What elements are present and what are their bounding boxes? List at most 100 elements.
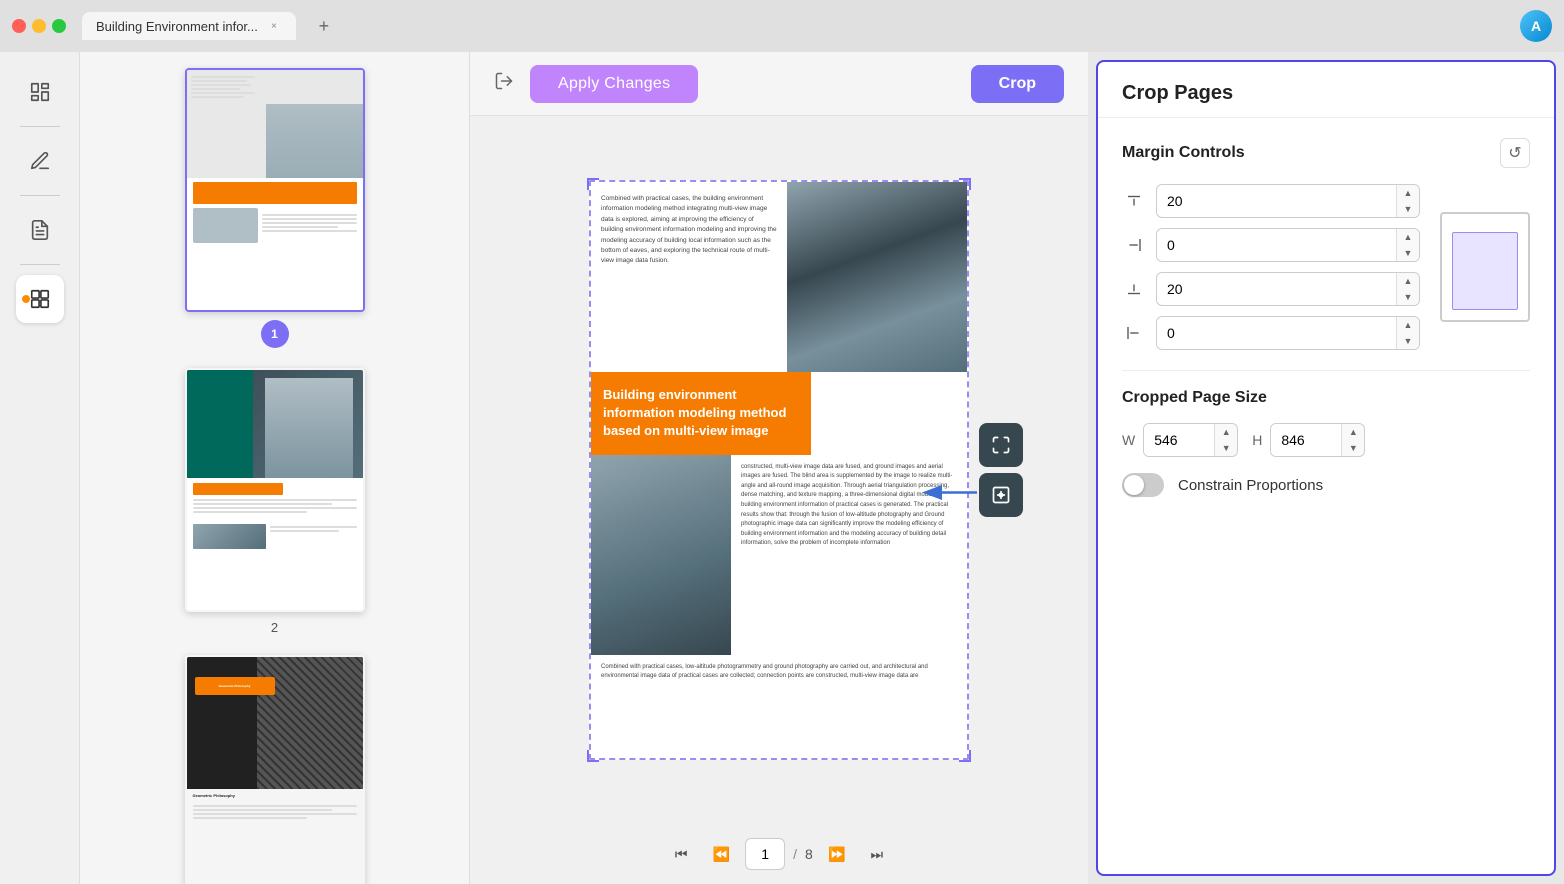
height-input[interactable]: 846 [1271,424,1341,456]
margin-inner-box [1452,232,1518,310]
sidebar-item-library[interactable] [16,68,64,116]
margin-left-up[interactable]: ▲ [1397,317,1419,333]
crop-tools [979,423,1023,517]
right-panel-body: Margin Controls ↺ 20 ▲ ▼ [1098,118,1554,874]
margin-bottom-input[interactable]: 20 [1157,275,1396,303]
margin-right-icon [1122,233,1146,257]
margin-bottom-icon [1122,277,1146,301]
sidebar-item-edit[interactable] [16,137,64,185]
active-indicator [22,295,30,303]
thumbnail-frame-1[interactable] [185,68,365,312]
thumb3-title-text: Geometric Philosophy [219,684,251,688]
crop-handle-tr[interactable] [959,178,971,190]
sidebar-item-crop[interactable] [16,275,64,323]
margin-left-row: 0 ▲ ▼ [1122,316,1420,350]
thumb3-title-display: Geometric Philosophy [193,793,235,798]
doc-building-image [787,182,967,372]
apply-changes-icon [494,71,514,96]
right-panel: Crop Pages Margin Controls ↺ 20 [1096,60,1556,876]
pagination-bar: ⏮ ⏪ 1 / 8 ⏩ ⏭ [470,824,1088,884]
toggle-knob [1124,475,1144,495]
crop-button[interactable]: Crop [971,65,1064,103]
new-tab-button[interactable]: + [310,12,338,40]
margin-bottom-down[interactable]: ▼ [1397,289,1419,305]
cropped-page-size-section-title: Cropped Page Size [1122,389,1530,407]
margin-visual-diagram [1440,212,1530,322]
last-page-button[interactable]: ⏭ [861,838,893,870]
divider [20,195,60,196]
toolbar: Apply Changes Crop [470,52,1088,116]
crop-fit-button[interactable] [979,423,1023,467]
width-up[interactable]: ▲ [1215,424,1237,440]
constrain-proportions-toggle[interactable] [1122,473,1164,497]
margin-left-input[interactable]: 0 [1157,319,1396,347]
height-up[interactable]: ▲ [1342,424,1364,440]
margin-right-row: 0 ▲ ▼ [1122,228,1420,262]
right-panel-header: Crop Pages [1098,62,1554,118]
doc-bottom-row: constructed, multi-view image data are f… [591,455,967,655]
margin-left-spinners: ▲ ▼ [1396,317,1419,349]
width-spinners: ▲ ▼ [1214,424,1237,456]
sidebar-item-annotate[interactable] [16,206,64,254]
next-page-button[interactable]: ⏩ [821,838,853,870]
doc-footer-text: Combined with practical cases, low-altit… [591,655,967,690]
titlebar: Building Environment infor... × + A [0,0,1564,52]
margin-top-down[interactable]: ▼ [1397,201,1419,217]
height-spinners: ▲ ▼ [1341,424,1364,456]
thumbnail-frame-3[interactable]: Geometric Philosophy Geometric Philosoph… [185,655,365,884]
thumbnail-item[interactable]: 2 [185,368,365,635]
margin-bottom-spinners: ▲ ▼ [1396,273,1419,305]
thumbnail-frame-2[interactable] [185,368,365,612]
thumbnail-item[interactable]: Geometric Philosophy Geometric Philosoph… [185,655,365,884]
crop-handle-bl[interactable] [587,750,599,762]
size-inputs: W 546 ▲ ▼ H 846 ▲ ▼ [1122,423,1530,457]
margin-right-down[interactable]: ▼ [1397,245,1419,261]
width-field: W 546 ▲ ▼ [1122,423,1238,457]
icon-sidebar [0,52,80,884]
section-divider [1122,370,1530,371]
doc-text-intro: Combined with practical cases, the build… [591,182,787,372]
page-separator: / [793,846,797,862]
browser-tab[interactable]: Building Environment infor... × [82,12,296,40]
thumb3-subtitle: Geometric Philosophy [187,789,363,803]
width-input[interactable]: 546 [1144,424,1214,456]
crop-center-button[interactable] [979,473,1023,517]
prev-page-button[interactable]: ⏪ [705,838,737,870]
first-page-button[interactable]: ⏮ [665,838,697,870]
total-pages: 8 [805,846,813,862]
current-page-input[interactable]: 1 [745,838,785,870]
apply-changes-button[interactable]: Apply Changes [530,65,698,103]
margin-top-input[interactable]: 20 [1157,187,1396,215]
margin-inputs: 20 ▲ ▼ 0 [1122,184,1420,350]
tab-close-icon[interactable]: × [266,18,282,34]
constrain-proportions-row: Constrain Proportions [1122,473,1530,497]
margin-top-spinners: ▲ ▼ [1396,185,1419,217]
margin-right-input[interactable]: 0 [1157,231,1396,259]
arrow-pointer [919,481,979,510]
tab-title: Building Environment infor... [96,19,258,34]
page-number-2: 2 [271,620,278,635]
margin-left-down[interactable]: ▼ [1397,333,1419,349]
margin-right-up[interactable]: ▲ [1397,229,1419,245]
height-down[interactable]: ▼ [1342,440,1364,456]
crop-handle-tl[interactable] [587,178,599,190]
height-input-wrapper: 846 ▲ ▼ [1270,423,1365,457]
height-label: H [1252,432,1262,448]
divider [20,126,60,127]
thumbnail-img-2 [187,370,363,610]
thumbnail-item[interactable]: 1 [185,68,365,348]
minimize-button[interactable] [32,19,46,33]
doc-person-image [591,455,731,655]
fullscreen-button[interactable] [52,19,66,33]
margin-top-up[interactable]: ▲ [1397,185,1419,201]
margin-top-row: 20 ▲ ▼ [1122,184,1420,218]
crop-handle-br[interactable] [959,750,971,762]
margin-bottom-input-wrapper: 20 ▲ ▼ [1156,272,1420,306]
doc-header-row: Combined with practical cases, the build… [591,182,967,372]
page-number-badge-1: 1 [261,320,289,348]
width-down[interactable]: ▼ [1215,440,1237,456]
margin-bottom-up[interactable]: ▲ [1397,273,1419,289]
thumbnail-img-1 [187,70,363,310]
reset-margins-button[interactable]: ↺ [1500,138,1530,168]
close-button[interactable] [12,19,26,33]
